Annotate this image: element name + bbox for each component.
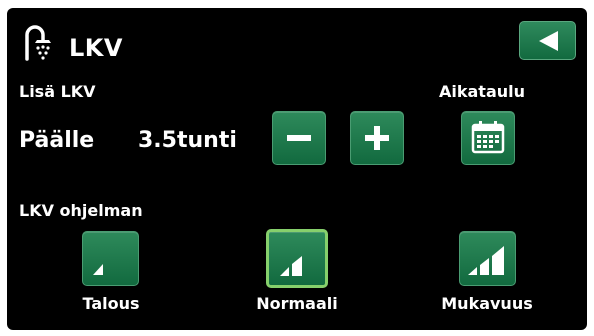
program-normal-button[interactable]: [266, 229, 328, 288]
extra-hot-water-duration: 3.5tunti: [138, 128, 237, 153]
level-3-bars-icon: [468, 246, 504, 275]
extra-hot-water-state: Päälle: [19, 128, 95, 153]
shower-icon: [21, 23, 57, 61]
page-title: LKV: [69, 34, 123, 62]
plus-icon: [365, 126, 389, 150]
extra-hot-water-label: Lisä LKV: [19, 82, 96, 101]
schedule-label: Aikataulu: [439, 82, 526, 101]
level-1-bars-icon: [93, 264, 103, 275]
back-arrow-icon: [539, 31, 558, 51]
decrease-button[interactable]: [272, 111, 326, 165]
calendar-icon: [471, 121, 505, 154]
schedule-button[interactable]: [461, 111, 515, 165]
program-economy-button[interactable]: [82, 231, 139, 286]
increase-button[interactable]: [350, 111, 404, 165]
minus-icon: [287, 135, 311, 141]
program-economy-label: Talous: [82, 294, 140, 313]
program-normal-label: Normaali: [256, 294, 338, 313]
program-comfort-button[interactable]: [459, 231, 516, 286]
level-2-bars-icon: [280, 256, 302, 276]
hot-water-screen: LKV Lisä LKV Päälle 3.5tunti Aikataulu L…: [7, 8, 587, 330]
program-comfort-label: Mukavuus: [441, 294, 533, 313]
program-label: LKV ohjelman: [19, 201, 143, 220]
back-button[interactable]: [519, 21, 576, 60]
